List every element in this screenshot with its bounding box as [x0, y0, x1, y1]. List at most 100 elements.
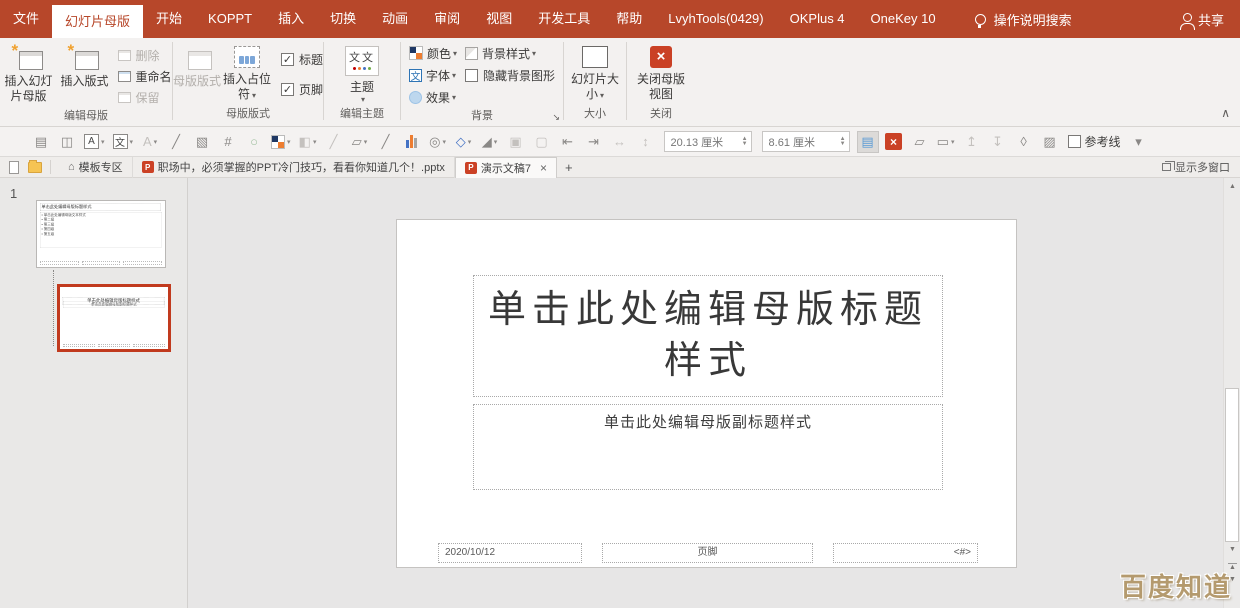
preserve-button: 保留: [118, 87, 171, 108]
chart-icon[interactable]: [401, 131, 423, 153]
shape-width-spinner[interactable]: 20.13 厘米▲▼: [664, 131, 752, 152]
open-folder-button[interactable]: [28, 162, 42, 173]
slide-layout-icon: *: [69, 46, 99, 70]
scroll-down-icon[interactable]: ▼: [1224, 546, 1240, 553]
shapes-icon[interactable]: ◇▾: [453, 131, 475, 153]
theme-colors-icon[interactable]: ▾: [269, 131, 293, 153]
new-tab-button[interactable]: +: [565, 160, 573, 175]
menu-tab-11[interactable]: LvyhTools(0429): [655, 0, 776, 38]
insert-slide-master-button[interactable]: * 插入幻灯片母版: [0, 43, 56, 104]
effects-button[interactable]: 效果▾: [405, 86, 461, 108]
insert-placeholder-icon: [234, 46, 260, 68]
background-dialog-launcher-icon[interactable]: ↘: [552, 112, 560, 123]
footer-checkbox[interactable]: ✓ 页脚: [281, 81, 323, 98]
colors-button[interactable]: 颜色▾: [405, 42, 461, 64]
footer-placeholder[interactable]: 页脚: [602, 543, 813, 563]
menu-tab-2[interactable]: 开始: [143, 0, 195, 38]
menu-tab-12[interactable]: OKPlus 4: [777, 0, 858, 38]
text-style-box-icon[interactable]: A▾: [82, 131, 107, 153]
fonts-button[interactable]: 文 字体▾: [405, 64, 461, 86]
grid-icon[interactable]: #: [217, 131, 239, 153]
eyedropper-icon[interactable]: ╱: [165, 131, 187, 153]
selection-pane-icon[interactable]: ▱: [909, 131, 931, 153]
tabbar-separator: [50, 160, 51, 174]
menu-tab-1[interactable]: 幻灯片母版: [52, 5, 143, 38]
menu-tab-10[interactable]: 帮助: [603, 0, 655, 38]
guides-checkbox[interactable]: 参考线: [1068, 133, 1121, 150]
show-windows-button[interactable]: 显示多窗口: [1162, 159, 1240, 175]
date-placeholder[interactable]: 2020/10/12: [438, 543, 582, 563]
draw-shape-icon[interactable]: ▱▾: [349, 131, 371, 153]
hide-background-check-icon: [465, 69, 478, 82]
colors-icon: [409, 46, 423, 60]
share-button[interactable]: 共享: [1183, 0, 1240, 38]
group-label-background: 背景: [401, 108, 563, 126]
scroll-up-icon[interactable]: ▲: [1224, 183, 1240, 190]
search-label: 操作说明搜索: [994, 10, 1072, 29]
picture-effects-icon[interactable]: ◢▾: [479, 131, 501, 153]
guides-checkbox-box[interactable]: [1068, 135, 1081, 148]
ribbon: * 插入幻灯片母版 * 插入版式 删除 重命名 保留: [0, 38, 1240, 127]
placeholder-icon[interactable]: ▭▾: [935, 131, 957, 153]
vertical-scrollbar[interactable]: ▲ ▼ ▲ ▼: [1223, 178, 1240, 608]
active-document-tab[interactable]: P 演示文稿7 ×: [455, 157, 557, 178]
menu-tab-4[interactable]: 插入: [265, 0, 317, 38]
hide-background-checkbox[interactable]: 隐藏背景图形: [461, 64, 559, 86]
menu-tab-6[interactable]: 动画: [369, 0, 421, 38]
folder-icon: [28, 162, 42, 173]
close-tab-icon[interactable]: ×: [540, 161, 547, 175]
master-slide-thumbnail[interactable]: 单击此处编辑母版标题样式 • 单击此处编辑母版文本样式 • 第二级 • 第三级 …: [36, 200, 166, 268]
eyedropper2-icon: ╱: [323, 131, 345, 153]
rename-button[interactable]: 重命名: [118, 66, 171, 87]
new-file-button[interactable]: [9, 161, 19, 174]
thumb-footer-row: [63, 344, 165, 347]
close-master-shortcut-icon[interactable]: ×: [883, 131, 905, 153]
template-zone-tab[interactable]: ⌂ 模板专区: [59, 157, 133, 178]
print-icon[interactable]: ▤: [30, 131, 52, 153]
reset-picture-icon[interactable]: ▧: [191, 131, 213, 153]
pen-icon[interactable]: ╱: [375, 131, 397, 153]
shape-height-spinner[interactable]: 8.61 厘米▲▼: [762, 131, 850, 152]
menu-tab-9[interactable]: 开发工具: [525, 0, 603, 38]
collapse-ribbon-icon[interactable]: ∧: [1221, 106, 1230, 120]
slidenum-text: <#>: [954, 547, 971, 558]
style-brush-icon[interactable]: ◊: [1013, 131, 1035, 153]
slidenum-placeholder[interactable]: <#>: [833, 543, 978, 563]
menu-tab-3[interactable]: KOPPT: [195, 0, 265, 38]
align-right-icon[interactable]: ⇥: [583, 131, 605, 153]
new-file-icon: [9, 161, 19, 174]
tell-me-search[interactable]: 操作说明搜索: [975, 0, 1072, 38]
footer-check-icon: ✓: [281, 83, 294, 96]
subtitle-placeholder[interactable]: 单击此处编辑母版副标题样式: [473, 404, 943, 490]
slide-size-button[interactable]: 幻灯片大小▾: [567, 43, 623, 102]
group-label-edit-master: 编辑母版: [0, 108, 172, 126]
thumb-title-text: 单击此处编辑母版标题样式: [40, 203, 161, 211]
swap-picture-icon[interactable]: ▨: [1039, 131, 1061, 153]
themes-button[interactable]: 文文 主题 ▾: [334, 43, 390, 105]
title-checkbox[interactable]: ✓ 标题: [281, 51, 323, 68]
thumb-layout-subtitle-text: 单击此处编辑母版副标题样式: [63, 301, 165, 308]
scrollbar-thumb[interactable]: [1225, 388, 1239, 542]
close-master-view-button[interactable]: × 关闭母版视图: [633, 43, 689, 102]
title-placeholder[interactable]: 单击此处编辑母版标题样式: [473, 275, 943, 397]
notes-icon[interactable]: ▤: [857, 131, 879, 153]
merge-shapes-icon[interactable]: ◎▾: [427, 131, 449, 153]
column-width-icon[interactable]: ◫: [56, 131, 78, 153]
menu-tab-13[interactable]: OneKey 10: [858, 0, 949, 38]
menu-tab-8[interactable]: 视图: [473, 0, 525, 38]
text-box-icon[interactable]: 文▾: [111, 131, 136, 153]
insert-layout-button[interactable]: * 插入版式: [56, 43, 112, 89]
slide-canvas[interactable]: 单击此处编辑母版标题样式 单击此处编辑母版副标题样式 2020/10/12 页脚…: [396, 219, 1017, 568]
document-tab[interactable]: P 职场中，必须掌握的PPT冷门技巧，看看你知道几个！.pptx: [133, 157, 455, 178]
title-layout-thumbnail-selected[interactable]: 单击此处编辑母版标题样式 单击此处编辑母版副标题样式: [57, 284, 171, 352]
oval-icon[interactable]: ○: [243, 131, 265, 153]
menu-tab-5[interactable]: 切换: [317, 0, 369, 38]
background-styles-button[interactable]: 背景样式▾: [461, 42, 559, 64]
menu-tab-0[interactable]: 文件: [0, 0, 52, 38]
align-left-icon[interactable]: ⇤: [557, 131, 579, 153]
insert-placeholder-button[interactable]: 插入占位符▾: [221, 43, 273, 102]
toolbar-overflow-icon[interactable]: ▾: [1128, 131, 1150, 153]
menu-tab-7[interactable]: 审阅: [421, 0, 473, 38]
footer-text: 页脚: [698, 547, 718, 558]
rename-icon: [118, 71, 131, 82]
